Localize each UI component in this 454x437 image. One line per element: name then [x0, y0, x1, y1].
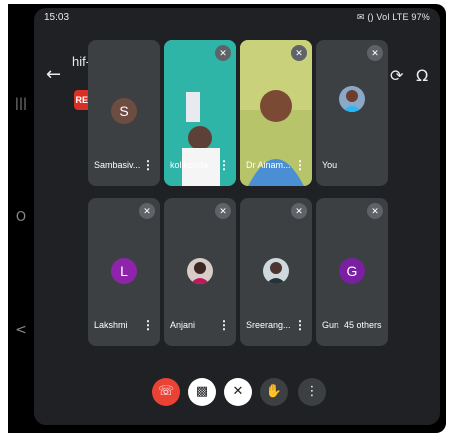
status-bar: 15:03 ✉ () Vol LTE 97%	[34, 8, 440, 28]
mic-off-icon: ✕	[215, 45, 231, 61]
more-options-icon[interactable]: ⋮	[218, 158, 230, 172]
participant-tile-you[interactable]: ✕ You	[316, 40, 388, 186]
participant-name: Lakshmi	[94, 320, 128, 330]
participant-tile-anjani[interactable]: ✕ Anjani ⋮	[164, 198, 236, 346]
participant-tile-ainam[interactable]: ✕ Dr Ainam... ⋮	[240, 40, 312, 186]
mic-off-icon: ✕	[291, 203, 307, 219]
back-nav-button[interactable]: <	[8, 322, 34, 338]
participant-name: kolikonda	[170, 160, 209, 170]
battery-level: 97%	[411, 12, 430, 22]
mic-off-button[interactable]: ✕	[224, 378, 252, 406]
headphones-icon[interactable]: Ω	[416, 66, 428, 85]
more-options-icon[interactable]: ⋮	[294, 158, 306, 172]
participant-tile-gunt[interactable]: G ✕ Gunt 45 others	[316, 198, 388, 346]
end-call-button[interactable]: ☏	[152, 378, 180, 406]
more-options-icon[interactable]: ⋮	[142, 318, 154, 332]
participant-tile-sambasiv[interactable]: S Sambasiv... ⋮	[88, 40, 160, 186]
more-options-icon[interactable]: ⋮	[294, 318, 306, 332]
participant-name: Sreerang...	[246, 320, 291, 330]
mic-off-icon: ✕	[367, 203, 383, 219]
camera-off-button[interactable]: ▩	[188, 378, 216, 406]
avatar-you	[339, 86, 365, 112]
participant-tile-sreerang[interactable]: ✕ Sreerang... ⋮	[240, 198, 312, 346]
more-options-button[interactable]: ⋮	[298, 378, 326, 406]
avatar-sreerang	[263, 258, 289, 284]
avatar-lakshmi: L	[111, 258, 137, 284]
more-options-icon[interactable]: ⋮	[218, 318, 230, 332]
mic-off-icon: ✕	[215, 203, 231, 219]
home-button[interactable]: O	[8, 210, 34, 225]
avatar-gunt: G	[339, 258, 365, 284]
others-count-pill[interactable]: 45 others	[338, 316, 388, 334]
participant-name: Dr Ainam...	[246, 160, 291, 170]
mic-off-icon: ✕	[367, 45, 383, 61]
mic-off-icon: ✕	[139, 203, 155, 219]
participant-name: You	[322, 160, 338, 170]
android-nav-bar: ||| O <	[8, 4, 34, 433]
status-icons: ✉ () Vol LTE 97%	[357, 12, 430, 23]
back-arrow-icon[interactable]: ←	[46, 64, 61, 85]
status-time: 15:03	[44, 12, 70, 23]
participant-tile-kolikonda[interactable]: ✕ kolikonda ⋮	[164, 40, 236, 186]
switch-camera-icon[interactable]: ⟳	[390, 66, 403, 85]
status-signal-text: ✉ () Vol LTE	[356, 12, 409, 22]
screenshot-frame: ||| O < 15:03 ✉ () Vol LTE 97% ← hif-drg…	[0, 0, 454, 437]
more-options-icon[interactable]: ⋮	[142, 158, 154, 172]
mic-off-icon: ✕	[291, 45, 307, 61]
raise-hand-button[interactable]: ✋	[260, 378, 288, 406]
meet-screen: 15:03 ✉ () Vol LTE 97% ← hif-drgt-ftv ▸ …	[34, 8, 440, 425]
avatar-anjani	[187, 258, 213, 284]
recents-button[interactable]: |||	[8, 96, 34, 110]
participant-tile-lakshmi[interactable]: L ✕ Lakshmi ⋮	[88, 198, 160, 346]
participant-name: Anjani	[170, 320, 196, 330]
participant-name: Sambasiv...	[94, 160, 141, 170]
avatar-sambasiv: S	[111, 98, 137, 124]
